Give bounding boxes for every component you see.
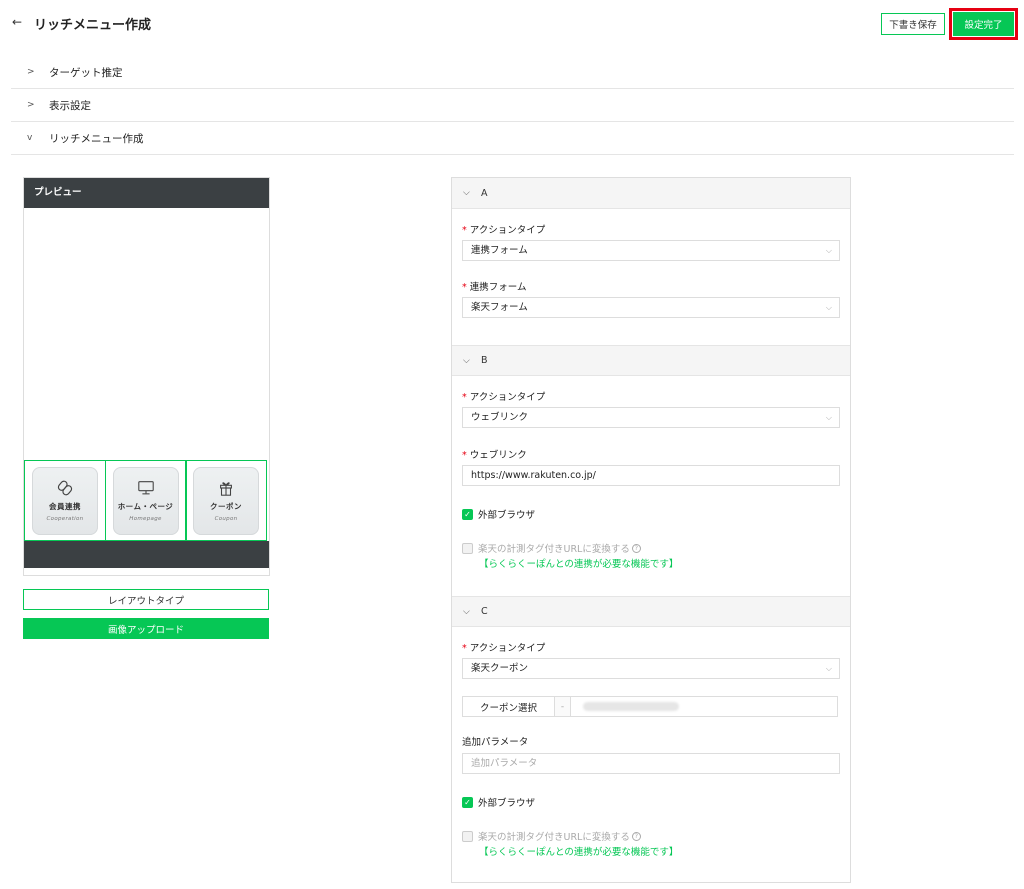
action-type-label: * アクションタイプ [462, 643, 546, 654]
page-title: リッチメニュー作成 [34, 18, 152, 33]
checkbox-label: 外部ブラウザ [478, 798, 536, 809]
upload-image-button[interactable]: 画像アップロード [23, 618, 269, 639]
chevron-down-icon: ⌵ [825, 413, 832, 422]
action-type-select-b[interactable]: ウェブリンク ⌵ [462, 407, 840, 428]
rich-menu-grid: 会員連携 Cooperation ホーム・ページ Homepage クーポン C… [24, 460, 269, 541]
preview-header: プレビュー [24, 178, 269, 208]
accordion-label: リッチメニュー作成 [49, 132, 144, 145]
section-a-header[interactable]: ⌵ A [452, 178, 850, 209]
accordion-target-estimation[interactable]: > ターゲット推定 [11, 56, 1014, 89]
rich-menu-area-c[interactable]: クーポン Coupon [185, 460, 267, 541]
external-browser-checkbox-c[interactable]: ✓ 外部ブラウザ [462, 795, 535, 809]
rich-menu-preview: プレビュー 会員連携 Cooperation ホーム・ページ Homepage … [23, 177, 270, 576]
chevron-down-icon: ⌵ [825, 246, 832, 255]
checkbox-label: 楽天の計測タグ付きURLに変換する [478, 832, 630, 843]
section-b-header[interactable]: ⌵ B [452, 345, 850, 376]
web-link-label: * ウェブリンク [462, 450, 527, 461]
accordion-label: ターゲット推定 [49, 66, 123, 79]
action-settings-panel: ⌵ A * アクションタイプ 連携フォーム ⌵ * 連携フォーム 楽天フォーム ⌵ ⌵ … [451, 177, 851, 883]
section-c-header[interactable]: ⌵ C [452, 596, 850, 627]
rich-menu-tile: ホーム・ページ Homepage [112, 466, 179, 535]
rich-menu-label-jp: ホーム・ページ [117, 502, 174, 511]
back-arrow-icon[interactable]: ← [12, 15, 22, 29]
chevron-down-icon: ⌵ [463, 606, 470, 617]
checkbox-disabled-icon [462, 542, 473, 554]
section-label: B [481, 355, 488, 366]
coupon-select-row: クーポン選択 - [462, 696, 838, 717]
rich-menu-area-a[interactable]: 会員連携 Cooperation [24, 460, 106, 541]
additional-param-input[interactable]: 追加パラメータ [462, 753, 840, 774]
section-label: A [481, 187, 488, 199]
tracking-tag-checkbox-b[interactable]: 楽天の計測タグ付きURLに変換する ? [462, 541, 641, 555]
redacted-value [583, 702, 679, 711]
monitor-icon [137, 481, 154, 495]
checkbox-disabled-icon [462, 830, 473, 842]
layout-type-button[interactable]: レイアウトタイプ [23, 589, 269, 610]
selected-coupon-value [571, 697, 837, 716]
action-type-select-c[interactable]: 楽天クーポン ⌵ [462, 658, 840, 679]
chevron-down-icon: ⌵ [825, 664, 832, 673]
action-type-label: * アクションタイプ [462, 392, 546, 403]
complete-settings-button[interactable]: 設定完了 [953, 12, 1014, 36]
rich-menu-label-en: Cooperation [46, 516, 84, 522]
rich-menu-area-b[interactable]: ホーム・ページ Homepage [104, 460, 187, 541]
checkbox-checked-icon: ✓ [462, 508, 473, 520]
section-label: C [481, 606, 488, 617]
coupon-integration-note: 【らくらくーぽんとの連携が必要な機能です】 [479, 847, 679, 858]
help-icon[interactable]: ? [631, 831, 641, 841]
chevron-down-icon: ⌵ [825, 303, 832, 312]
save-draft-button[interactable]: 下書き保存 [881, 13, 945, 35]
chevron-right-icon: > [27, 100, 35, 110]
action-type-select-a[interactable]: 連携フォーム ⌵ [462, 240, 840, 261]
chevron-right-icon: > [27, 67, 35, 77]
accordion-label: 表示設定 [49, 99, 91, 112]
linked-form-label: * 連携フォーム [462, 282, 527, 293]
rich-menu-label-jp: クーポン [210, 502, 242, 511]
select-coupon-button[interactable]: クーポン選択 [463, 697, 555, 716]
rich-menu-tile: 会員連携 Cooperation [32, 466, 98, 535]
checkbox-checked-icon: ✓ [462, 796, 473, 808]
rich-menu-label-jp: 会員連携 [49, 502, 81, 511]
link-icon [57, 480, 73, 496]
coupon-separator: - [555, 697, 571, 716]
preview-bottom-bar [24, 541, 269, 568]
chevron-down-icon: ⌵ [463, 355, 470, 366]
rich-menu-label-en: Coupon [214, 516, 238, 522]
gift-icon [220, 482, 232, 496]
rich-menu-tile: クーポン Coupon [193, 466, 259, 535]
page-header: ← リッチメニュー作成 下書き保存 設定完了 [0, 0, 1024, 46]
chevron-down-icon: ⌵ [463, 188, 470, 198]
action-type-label: * アクションタイプ [462, 225, 546, 236]
additional-param-label: 追加パラメータ [462, 737, 529, 748]
web-link-input[interactable]: https://www.rakuten.co.jp/ [462, 465, 840, 486]
coupon-integration-note: 【らくらくーぽんとの連携が必要な機能です】 [479, 559, 679, 570]
chevron-down-icon: v [27, 133, 33, 143]
tracking-tag-checkbox-c[interactable]: 楽天の計測タグ付きURLに変換する ? [462, 829, 641, 843]
accordion-rich-menu-creation[interactable]: v リッチメニュー作成 [11, 122, 1014, 155]
rich-menu-label-en: Homepage [129, 516, 162, 522]
checkbox-label: 楽天の計測タグ付きURLに変換する [478, 544, 630, 555]
help-icon[interactable]: ? [631, 543, 641, 553]
external-browser-checkbox-b[interactable]: ✓ 外部ブラウザ [462, 507, 535, 521]
accordion-display-settings[interactable]: > 表示設定 [11, 89, 1014, 122]
linked-form-select[interactable]: 楽天フォーム ⌵ [462, 297, 840, 318]
checkbox-label: 外部ブラウザ [478, 510, 536, 521]
